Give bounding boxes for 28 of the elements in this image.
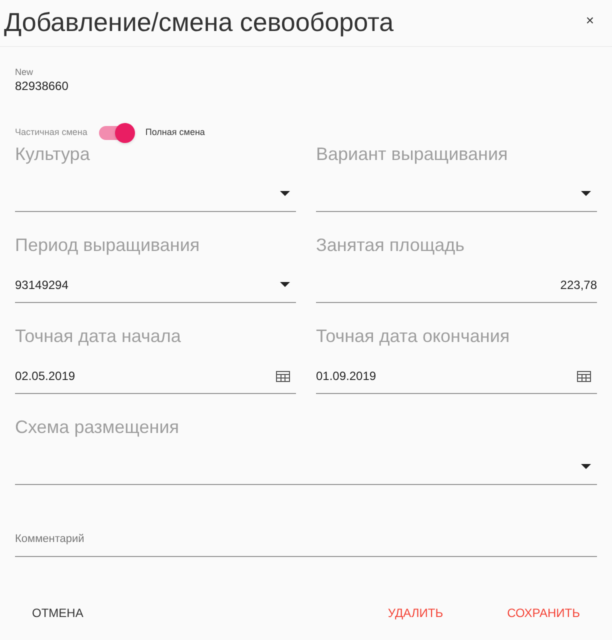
switch-label: Полная смена	[145, 126, 205, 140]
field-label: Точная дата начала	[15, 325, 182, 348]
field-label: Вариант выращивания	[316, 143, 509, 166]
cancel-button[interactable]: ОТМЕНА	[20, 600, 96, 626]
date-field[interactable]: 02.05.2019	[15, 358, 296, 394]
field-label: Период выращивания	[15, 234, 201, 257]
field-label: Культура	[15, 143, 91, 166]
dialog-title: Добавление/смена севооборота	[4, 6, 394, 39]
record-number: 82938660	[15, 78, 70, 94]
dropdown-caret-icon	[280, 191, 290, 196]
record-label: New	[15, 67, 34, 78]
select-field[interactable]: 93149294	[15, 267, 296, 303]
field-label: Точная дата окончания	[316, 325, 511, 348]
comment-field[interactable]: Комментарий	[15, 522, 597, 557]
dropdown-caret-icon	[581, 464, 591, 469]
dropdown-caret-icon	[280, 282, 290, 287]
close-button[interactable]: ×	[582, 10, 598, 31]
action-button[interactable]: УДАЛИТЬ	[376, 600, 456, 626]
calendar-icon	[276, 370, 290, 382]
field-label: Схема размещения	[15, 416, 180, 439]
action-button[interactable]: СОХРАНИТЬ	[495, 600, 592, 626]
number-field[interactable]: 223,78	[316, 267, 597, 303]
mode-switch[interactable]	[99, 126, 134, 140]
dropdown-caret-icon	[581, 191, 591, 196]
calendar-icon	[577, 370, 591, 382]
date-field[interactable]: 01.09.2019	[316, 358, 597, 394]
switch-label: Частичная смена	[15, 126, 88, 140]
field-label: Занятая площадь	[316, 234, 466, 257]
